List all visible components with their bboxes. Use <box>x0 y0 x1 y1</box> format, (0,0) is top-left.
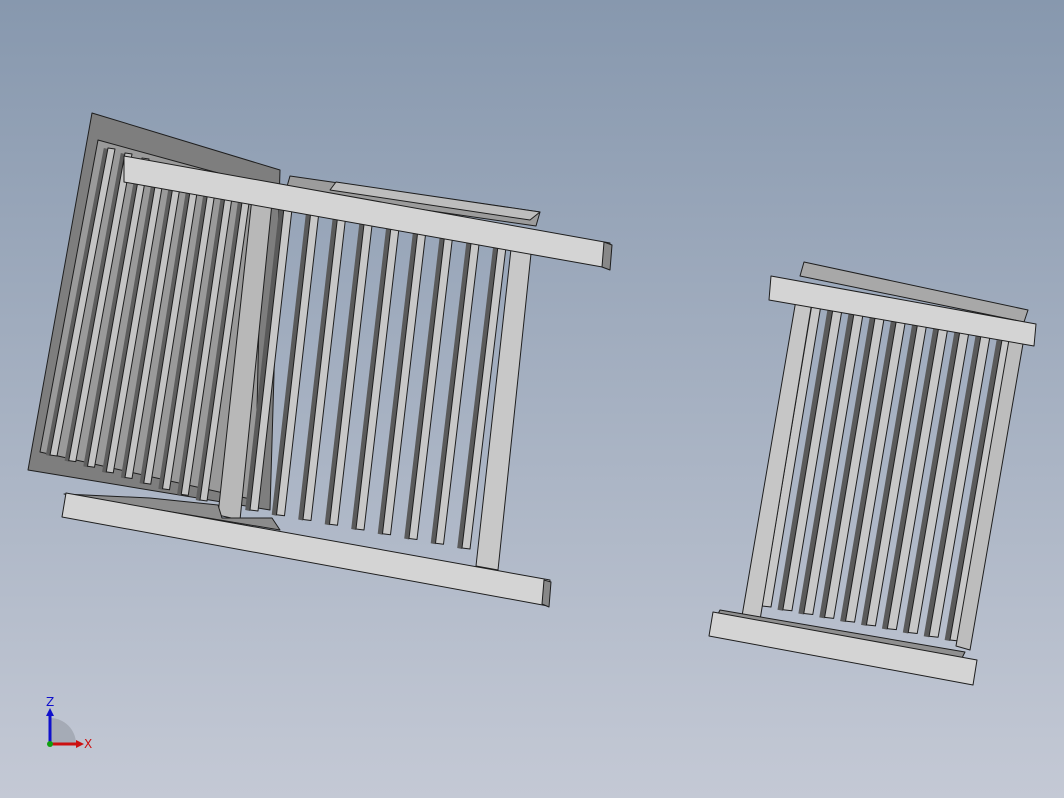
x-axis-label: X <box>84 737 92 751</box>
triad-origin-icon <box>47 741 53 747</box>
cad-graphics-viewport[interactable]: Z X <box>0 0 1064 798</box>
z-axis-arrow-icon <box>46 708 54 716</box>
triad-plane-shade <box>50 718 76 744</box>
bottom-crossbar-end <box>541 579 552 608</box>
z-axis-label: Z <box>46 696 54 709</box>
model-scene[interactable] <box>0 0 1064 798</box>
top-crossbar-end <box>601 241 613 271</box>
orientation-triad: Z X <box>46 696 92 751</box>
x-axis-arrow-icon <box>76 740 84 748</box>
